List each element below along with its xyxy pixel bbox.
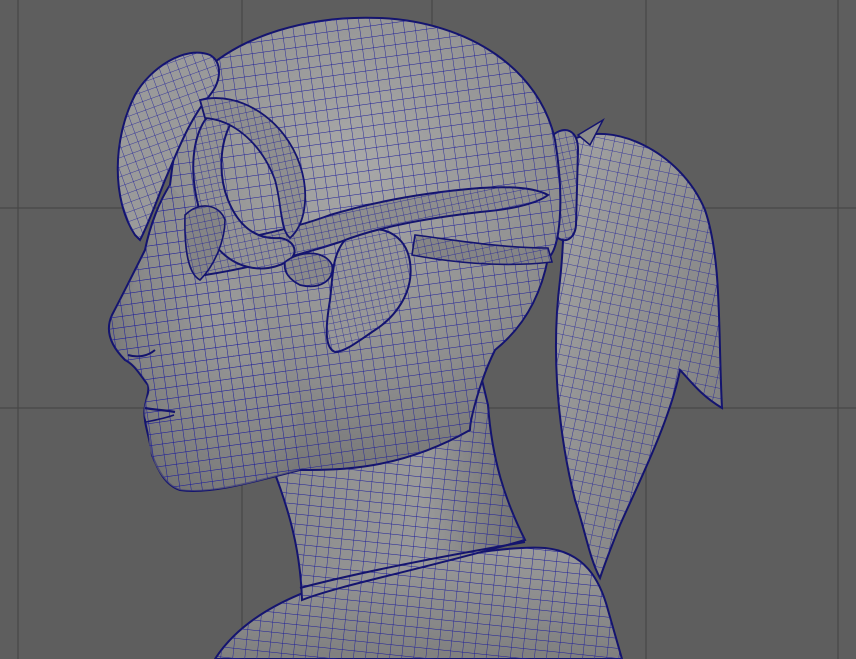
maya-viewport-3d[interactable] <box>0 0 856 659</box>
viewport-canvas[interactable] <box>0 0 856 659</box>
ponytail-mesh[interactable] <box>554 117 724 581</box>
